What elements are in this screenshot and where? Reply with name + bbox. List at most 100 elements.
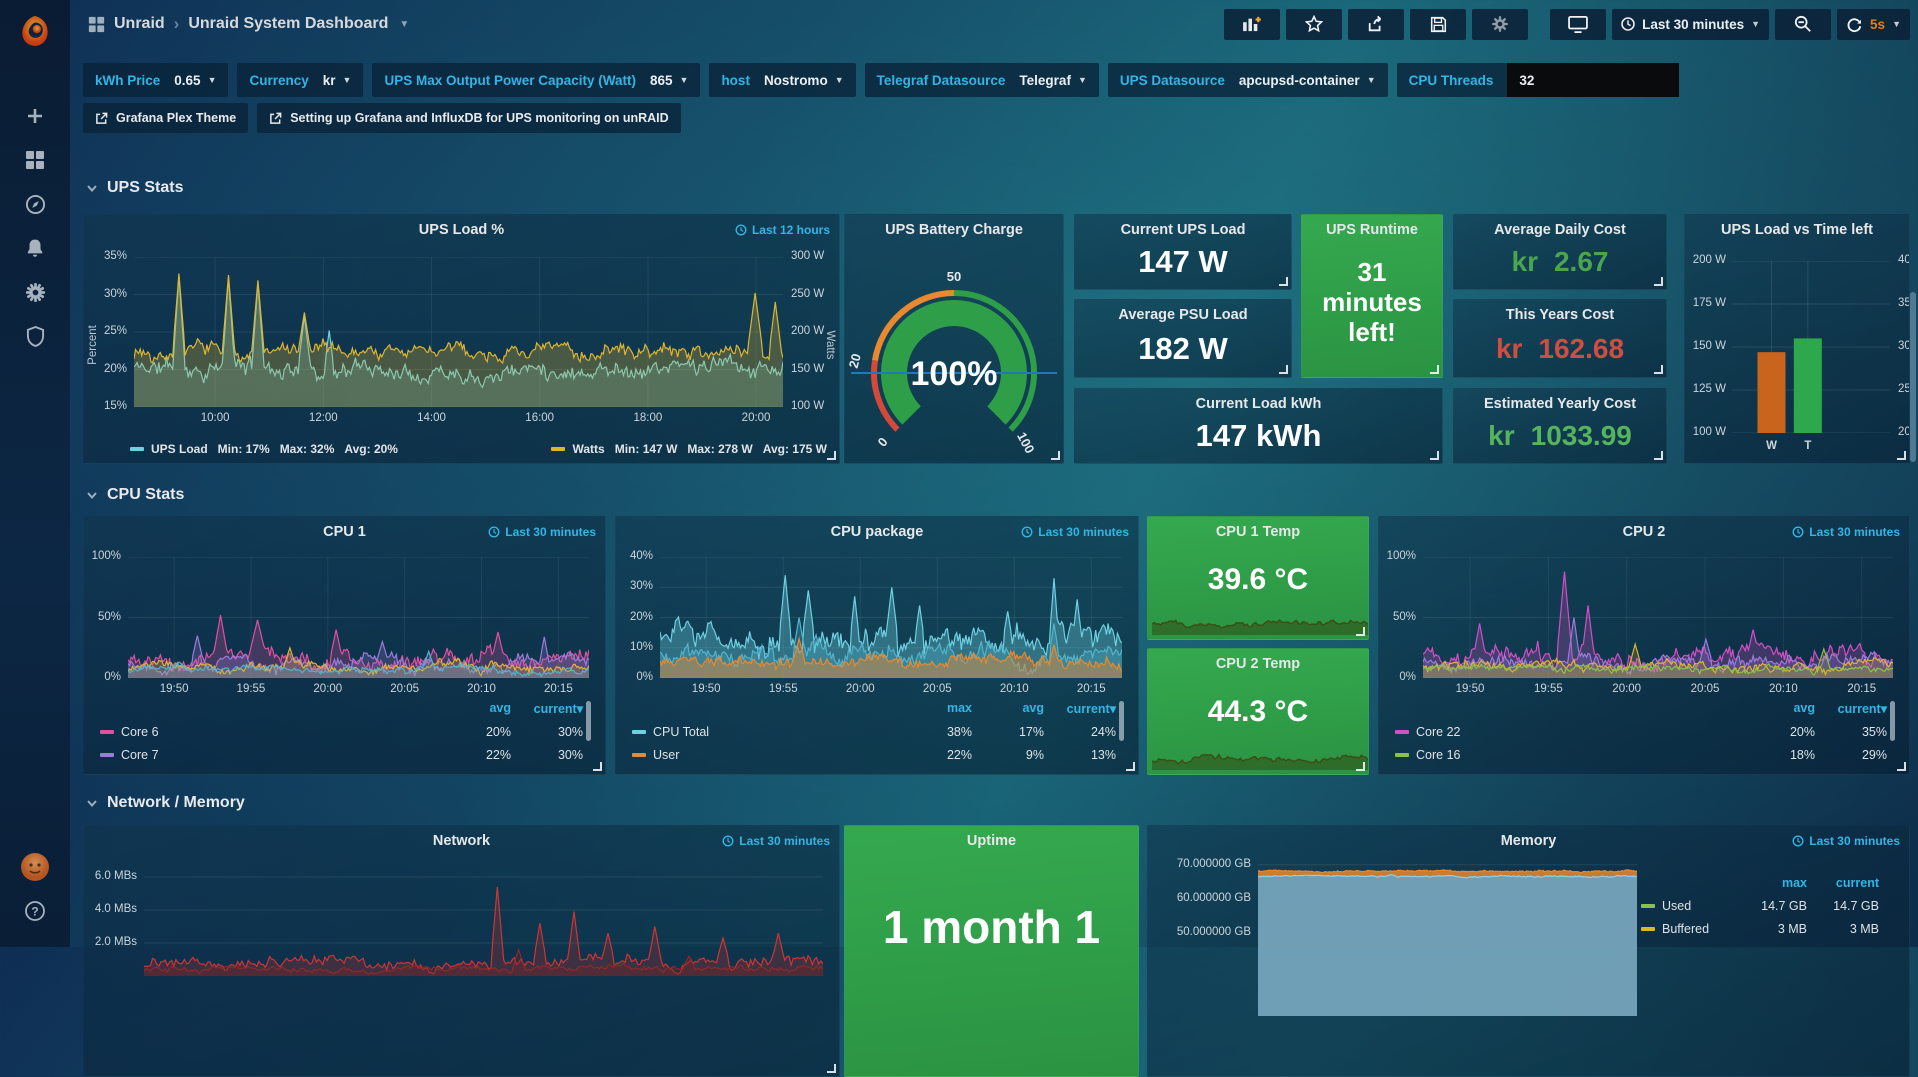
legend-row[interactable]: User22%9%13%: [632, 743, 1116, 766]
dashboards-icon[interactable]: [0, 138, 70, 182]
time-range-picker[interactable]: Last 30 minutes ▼: [1612, 9, 1769, 40]
panel-title[interactable]: Average PSU Load: [1075, 307, 1291, 323]
variable-value-dropdown[interactable]: Nostromo▼: [764, 73, 844, 88]
panel-resize-handle[interactable]: [593, 762, 602, 771]
panel-title[interactable]: Estimated Yearly Cost: [1454, 396, 1666, 412]
panel-resize-handle[interactable]: [1126, 762, 1135, 771]
refresh-interval[interactable]: 5s: [1870, 17, 1885, 32]
share-button[interactable]: [1348, 9, 1404, 40]
panel-title[interactable]: This Years Cost: [1454, 307, 1666, 323]
legend-swatch[interactable]: [1395, 753, 1409, 757]
legend-swatch[interactable]: [632, 753, 646, 757]
legend-sort-column[interactable]: max: [900, 701, 972, 716]
add-panel-button[interactable]: [1224, 9, 1280, 40]
panel-title[interactable]: UPS Runtime: [1302, 222, 1442, 238]
legend-sort-column[interactable]: current▾: [1815, 701, 1887, 716]
add-icon[interactable]: [0, 94, 70, 138]
settings-button[interactable]: [1472, 9, 1528, 40]
configuration-icon[interactable]: [0, 270, 70, 314]
panel-title[interactable]: Uptime: [845, 833, 1138, 849]
panel-resize-handle[interactable]: [1897, 762, 1906, 771]
chevron-down-icon[interactable]: ▼: [1892, 19, 1901, 29]
legend-swatch[interactable]: [100, 753, 114, 757]
panel-resize-handle[interactable]: [1356, 627, 1365, 636]
variable-value-dropdown[interactable]: apcupsd-container▼: [1239, 73, 1376, 88]
legend-swatch[interactable]: [100, 730, 114, 734]
plot-area[interactable]: [1258, 858, 1637, 1016]
legend-row[interactable]: Core 722%30%: [100, 743, 583, 766]
panel-resize-handle[interactable]: [1051, 451, 1060, 460]
legend-sort-column[interactable]: avg: [1743, 701, 1815, 716]
panel-resize-handle[interactable]: [827, 451, 836, 460]
legend-sort-column[interactable]: current▾: [1044, 701, 1116, 716]
panel-title[interactable]: Average Daily Cost: [1454, 222, 1666, 238]
section-network-memory[interactable]: Network / Memory: [86, 794, 245, 812]
zoom-out-button[interactable]: [1775, 9, 1831, 40]
breadcrumb-section[interactable]: Unraid: [114, 15, 165, 33]
variable-value-dropdown[interactable]: 865▼: [650, 73, 688, 88]
page-title[interactable]: Unraid System Dashboard: [188, 15, 388, 33]
save-button[interactable]: [1410, 9, 1466, 40]
legend-row[interactable]: Used14.7 GB14.7 GB: [1641, 894, 1879, 917]
legend-sort-column[interactable]: current▾: [511, 701, 583, 716]
cpu-threads-input[interactable]: [1507, 63, 1679, 97]
legend-scrollbar[interactable]: [1119, 701, 1124, 741]
panel-resize-handle[interactable]: [1279, 365, 1288, 374]
legend-swatch[interactable]: [551, 447, 565, 451]
panel-resize-handle[interactable]: [827, 1064, 836, 1073]
legend-swatch[interactable]: [1641, 927, 1655, 931]
link-grafana-plex-theme[interactable]: Grafana Plex Theme: [83, 103, 248, 133]
legend-sort-column[interactable]: avg: [972, 701, 1044, 716]
panel-title[interactable]: Current UPS Load: [1075, 222, 1291, 238]
user-avatar[interactable]: [0, 845, 70, 889]
legend-scrollbar[interactable]: [586, 701, 591, 741]
legend-sort-column[interactable]: max: [1735, 876, 1807, 890]
breadcrumb[interactable]: Unraid › Unraid System Dashboard ▼: [88, 14, 409, 34]
panel-resize-handle[interactable]: [1897, 451, 1906, 460]
section-ups-stats[interactable]: UPS Stats: [86, 179, 183, 197]
help-icon[interactable]: ?: [0, 889, 70, 933]
legend-row[interactable]: Core 1618%29%: [1395, 743, 1887, 766]
legend-row[interactable]: CPU Total38%17%24%: [632, 720, 1116, 743]
legend-row[interactable]: Core 2220%35%: [1395, 720, 1887, 743]
panel-resize-handle[interactable]: [1356, 762, 1365, 771]
page-scrollbar[interactable]: [1910, 292, 1916, 462]
legend-swatch[interactable]: [632, 730, 646, 734]
server-admin-icon[interactable]: [0, 314, 70, 358]
panel-resize-handle[interactable]: [1654, 277, 1663, 286]
grafana-logo[interactable]: [0, 8, 70, 54]
variable-value-dropdown[interactable]: 0.65▼: [174, 73, 216, 88]
link-grafana-influxdb-ups-guide[interactable]: Setting up Grafana and InfluxDB for UPS …: [257, 103, 680, 133]
variable-value-dropdown[interactable]: Telegraf▼: [1019, 73, 1086, 88]
legend-scrollbar[interactable]: [1890, 701, 1895, 741]
explore-icon[interactable]: [0, 182, 70, 226]
alerting-icon[interactable]: [0, 226, 70, 270]
section-cpu-stats[interactable]: CPU Stats: [86, 486, 184, 504]
plot-area[interactable]: [660, 557, 1122, 678]
legend-sort-column[interactable]: avg: [439, 701, 511, 716]
legend-swatch[interactable]: [1395, 730, 1409, 734]
legend-row[interactable]: Core 620%30%: [100, 720, 583, 743]
panel-title[interactable]: Current Load kWh: [1075, 396, 1442, 412]
panel-resize-handle[interactable]: [1654, 365, 1663, 374]
panel-resize-handle[interactable]: [1654, 451, 1663, 460]
legend-series-name[interactable]: Watts: [572, 442, 604, 456]
star-button[interactable]: [1286, 9, 1342, 40]
chevron-down-icon[interactable]: ▼: [399, 19, 409, 30]
plot-area[interactable]: [134, 257, 783, 407]
panel-title[interactable]: CPU 2 Temp: [1148, 656, 1368, 672]
legend-sort-column[interactable]: current: [1807, 876, 1879, 890]
refresh-button[interactable]: 5s ▼: [1837, 9, 1910, 40]
legend-swatch[interactable]: [1641, 904, 1655, 908]
legend-series-name[interactable]: UPS Load: [151, 442, 208, 456]
variable-value-dropdown[interactable]: kr▼: [323, 73, 352, 88]
cycle-view-button[interactable]: [1550, 9, 1606, 40]
panel-resize-handle[interactable]: [1430, 451, 1439, 460]
legend-swatch[interactable]: [130, 447, 144, 451]
panel-resize-handle[interactable]: [1430, 365, 1439, 374]
plot-area[interactable]: [128, 557, 589, 678]
plot-area[interactable]: [144, 858, 823, 976]
panel-resize-handle[interactable]: [1279, 277, 1288, 286]
legend-row[interactable]: Buffered3 MB3 MB: [1641, 917, 1879, 940]
panel-title[interactable]: CPU 1 Temp: [1148, 524, 1368, 540]
